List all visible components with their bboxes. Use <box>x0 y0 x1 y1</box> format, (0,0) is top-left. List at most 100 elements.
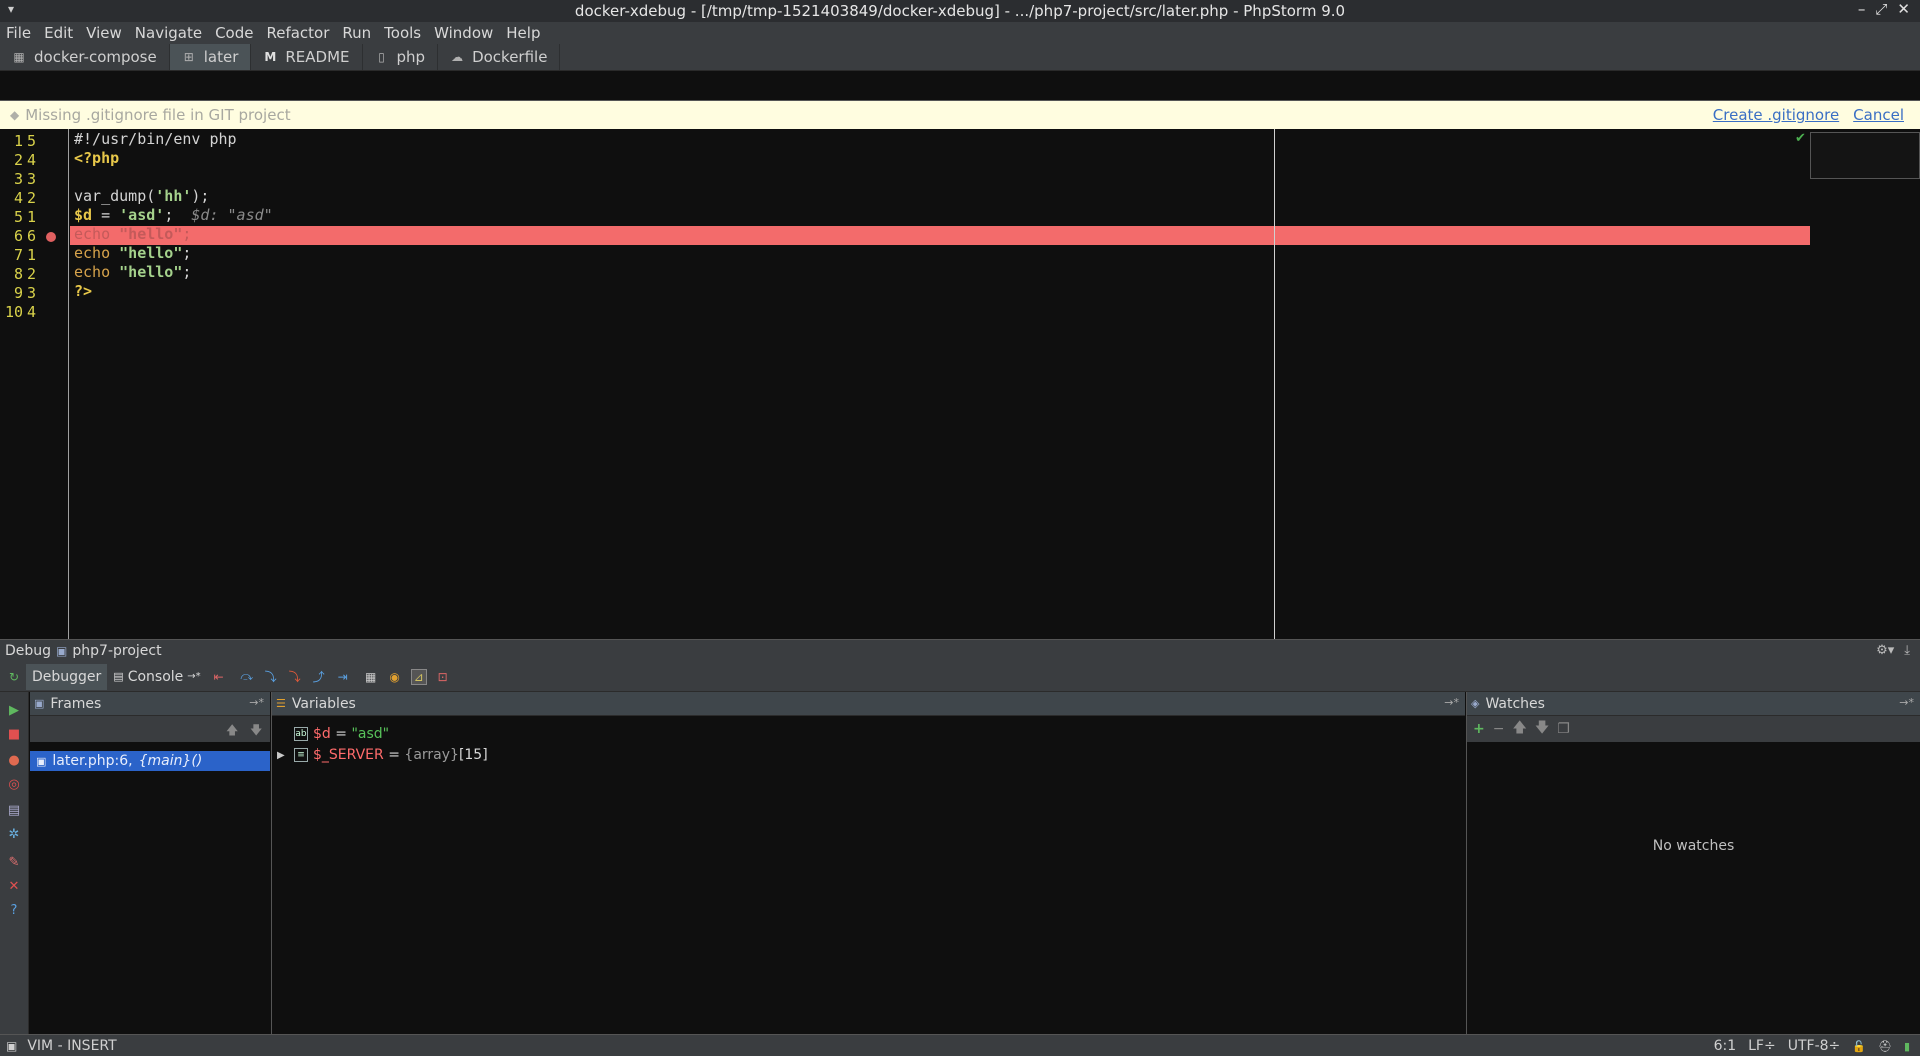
watches-icon: ◈ <box>1471 697 1480 710</box>
code-line: echo "hello"; <box>74 225 192 243</box>
menu-window[interactable]: Window <box>434 24 493 42</box>
tab-readme[interactable]: M README <box>251 44 363 70</box>
gutter-line: 82 <box>14 265 37 283</box>
lock-icon[interactable]: 🔓 <box>1852 1040 1866 1053</box>
breakpoint-icon[interactable] <box>46 232 56 242</box>
window-menu-icon[interactable]: ▾ <box>8 2 14 16</box>
table-icon: ▦ <box>13 50 25 64</box>
pin-icon[interactable]: →* <box>1899 696 1914 709</box>
tab-debugger[interactable]: Debugger <box>26 663 108 690</box>
debug-config-tab[interactable]: php7-project <box>72 643 161 659</box>
close-icon[interactable]: ✕ <box>6 878 22 894</box>
tab-php[interactable]: ▯ php <box>363 44 439 70</box>
file-icon: ▯ <box>378 50 385 64</box>
php-file-icon: ⊞ <box>183 50 194 64</box>
line-gutter[interactable]: 15 24 33 42 51 66 71 82 93 10 4 <box>0 129 69 639</box>
menu-edit[interactable]: Edit <box>44 24 73 42</box>
gutter-line: 15 <box>14 132 37 150</box>
frame-icon: ▣ <box>36 754 47 768</box>
code-line: $d = 'asd'; $d: "asd" <box>74 206 273 224</box>
toggle-watches-icon[interactable]: ⊿ <box>410 668 427 685</box>
tab-dockerfile[interactable]: ☁ Dockerfile <box>438 44 561 70</box>
close-icon[interactable]: ✕ <box>1897 0 1910 18</box>
stop-icon[interactable]: ■ <box>6 726 22 742</box>
docker-icon: ☁ <box>451 50 464 64</box>
copy-icon[interactable]: ❐ <box>1557 721 1570 737</box>
gear-icon[interactable]: ⚙▾ <box>1876 643 1894 658</box>
tool-windows-icon[interactable]: ▣ <box>6 1039 17 1053</box>
file-encoding[interactable]: UTF-8÷ <box>1788 1038 1841 1054</box>
variable-row[interactable]: ▶ ≡ $_SERVER = {array}[15] <box>272 745 1465 765</box>
tab-console[interactable]: ▤ Console →* <box>107 664 206 690</box>
restore-layout-icon[interactable]: ⊡ <box>435 669 451 685</box>
code-minimap[interactable] <box>1810 132 1920 179</box>
mute-breakpoints-icon[interactable]: ◎ <box>6 776 22 792</box>
menu-refactor[interactable]: Refactor <box>266 24 329 42</box>
force-step-into-icon[interactable]: ⤵ <box>287 669 303 685</box>
tab-later[interactable]: ⊞ later <box>169 44 252 70</box>
debug-sidebar: ▶ ■ ● ◎ ▤ ✲ ✎ ✕ ? <box>0 692 29 1034</box>
code-editor[interactable]: 15 24 33 42 51 66 71 82 93 10 4 #!/usr/bi… <box>0 129 1920 639</box>
menu-file[interactable]: File <box>6 24 31 42</box>
pin-tab-icon[interactable]: ✎ <box>6 854 22 870</box>
menu-run[interactable]: Run <box>342 24 371 42</box>
inspection-ok-icon: ✔ <box>1795 131 1806 146</box>
gutter-line: 10 4 <box>5 303 37 321</box>
arrow-down-icon[interactable]: 🡇 <box>250 721 262 742</box>
pin-icon: →* <box>187 671 201 682</box>
minimize-icon[interactable]: – <box>1858 0 1866 18</box>
run-to-cursor-icon[interactable]: ⇥ <box>335 669 351 685</box>
rerun-icon[interactable]: ↻ <box>6 669 22 685</box>
move-down-icon[interactable]: 🡇 <box>1535 717 1549 741</box>
view-breakpoints-icon[interactable]: ● <box>6 752 22 768</box>
help-icon[interactable]: ? <box>6 902 22 918</box>
evaluate-table-icon[interactable]: ▦ <box>363 669 379 685</box>
php-config-icon: ▣ <box>56 644 68 658</box>
pin-icon[interactable]: →* <box>1444 696 1459 709</box>
step-over-icon[interactable]: ⤼ <box>239 669 255 685</box>
markdown-icon: M <box>264 50 277 64</box>
settings-icon[interactable]: ✲ <box>6 826 22 842</box>
move-up-icon[interactable]: 🡅 <box>1512 717 1526 741</box>
window-title: docker-xdebug - [/tmp/tmp-1521403849/doc… <box>574 2 1346 20</box>
variable-row[interactable]: ab $d = "asd" <box>272 724 1465 744</box>
debug-title: Debug <box>5 643 52 659</box>
create-gitignore-link[interactable]: Create .gitignore <box>1713 106 1839 124</box>
tab-label: docker-compose <box>34 48 157 66</box>
step-into-icon[interactable]: ⤵ <box>263 669 279 685</box>
menu-navigate[interactable]: Navigate <box>135 24 202 42</box>
line-separator[interactable]: LF÷ <box>1748 1038 1776 1054</box>
event-log-icon[interactable]: ▮ <box>1904 1040 1910 1053</box>
expand-arrow-icon[interactable]: ▶ <box>277 750 285 761</box>
arrow-up-icon[interactable]: 🡅 <box>226 721 238 742</box>
debug-tool-window-header: Debug ▣ php7-project ⚙▾ ⤓ <box>0 639 1920 662</box>
variables-header: ☰ Variables →* <box>272 692 1465 716</box>
menu-tools[interactable]: Tools <box>384 24 421 42</box>
frame-row[interactable]: ▣ later.php:6, {main}() <box>30 751 270 771</box>
menu-code[interactable]: Code <box>215 24 253 42</box>
pin-icon[interactable]: →* <box>249 696 264 709</box>
gitignore-notification: ◆ Missing .gitignore file in GIT project… <box>0 101 1920 129</box>
title-bar: ▾ docker-xdebug - [/tmp/tmp-1521403849/d… <box>0 0 1920 22</box>
code-line: <?php <box>74 149 120 167</box>
show-execution-point-icon[interactable]: ⇤ <box>211 669 227 685</box>
add-watch-icon[interactable]: + <box>1473 721 1485 737</box>
cancel-link[interactable]: Cancel <box>1853 106 1904 124</box>
hector-icon[interactable]: ⛑ <box>1878 1040 1892 1053</box>
hide-panel-icon[interactable]: ⤓ <box>1904 643 1910 658</box>
layout-icon[interactable]: ▤ <box>6 802 22 818</box>
tab-docker-compose[interactable]: ▦ docker-compose <box>0 44 170 70</box>
step-out-icon[interactable]: ⤴ <box>311 669 327 685</box>
code-line: ?> <box>74 282 93 300</box>
watches-toolbar: + − 🡅 🡇 ❐ <box>1467 716 1920 742</box>
menu-help[interactable]: Help <box>506 24 540 42</box>
array-type-icon: ≡ <box>294 748 308 762</box>
maximize-icon[interactable]: ⤢ <box>1875 0 1887 18</box>
caret-position[interactable]: 6:1 <box>1714 1038 1737 1054</box>
debug-toolbar: ↻ Debugger ▤ Console →* ⇤ ⤼ ⤵ ⤵ ⤴ ⇥ ▦ ◉ … <box>0 662 1920 692</box>
remove-watch-icon[interactable]: − <box>1493 721 1505 737</box>
variables-icon: ☰ <box>276 697 286 710</box>
evaluate-expression-icon[interactable]: ◉ <box>387 669 403 685</box>
resume-icon[interactable]: ▶ <box>6 702 22 718</box>
menu-view[interactable]: View <box>86 24 122 42</box>
